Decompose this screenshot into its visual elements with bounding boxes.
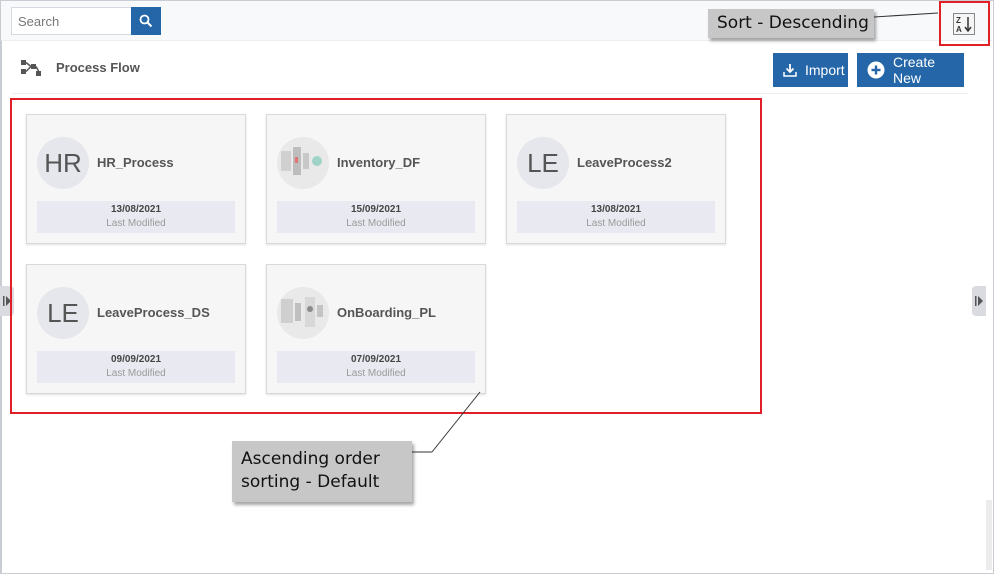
card-modified-label: Last Modified	[106, 218, 166, 229]
sort-descending-button[interactable]: Z A	[953, 13, 975, 35]
card-thumbnail	[277, 137, 329, 189]
card-modified-label: Last Modified	[586, 218, 646, 229]
page-header: Process Flow Import Create New	[12, 48, 968, 94]
card-modified-label: Last Modified	[346, 368, 406, 379]
process-flow-icon	[21, 60, 41, 76]
annotation-sort-descending: Sort - Descending	[708, 9, 874, 38]
annotation-line: sorting - Default	[241, 472, 380, 492]
annotation-highlight-sort: Z A	[939, 1, 990, 46]
process-card-leaveprocess2[interactable]: LE LeaveProcess2 13/08/2021 Last Modifie…	[506, 114, 726, 244]
process-card-inventory-df[interactable]: Inventory_DF 15/09/2021 Last Modified	[266, 114, 486, 244]
expand-right-icon	[975, 296, 983, 306]
card-footer: 09/09/2021 Last Modified	[37, 351, 235, 383]
import-label: Import	[805, 62, 845, 78]
import-button[interactable]: Import	[773, 53, 848, 87]
svg-text:A: A	[956, 25, 962, 33]
left-panel-toggle[interactable]	[0, 286, 14, 316]
create-new-label: Create New	[893, 54, 936, 86]
process-card-leaveprocess-ds[interactable]: LE LeaveProcess_DS 09/09/2021 Last Modif…	[26, 264, 246, 394]
svg-text:Z: Z	[956, 16, 961, 25]
card-avatar: HR	[37, 137, 89, 189]
search-box	[11, 7, 161, 35]
card-date: 07/09/2021	[350, 354, 402, 365]
card-date: 13/08/2021	[590, 204, 642, 215]
card-name: LeaveProcess_DS	[97, 305, 210, 320]
card-footer: 07/09/2021 Last Modified	[277, 351, 475, 383]
card-name: LeaveProcess2	[577, 155, 672, 170]
card-avatar: LE	[517, 137, 569, 189]
scrollbar-track[interactable]	[986, 500, 992, 570]
process-card-onboarding-pl[interactable]: OnBoarding_PL 07/09/2021 Last Modified	[266, 264, 486, 394]
right-panel-toggle[interactable]	[972, 286, 986, 316]
annotation-line: Ascending order	[241, 449, 380, 469]
card-footer: 13/08/2021 Last Modified	[37, 201, 235, 233]
search-button[interactable]	[131, 7, 161, 35]
expand-right-icon	[3, 296, 11, 306]
card-name: OnBoarding_PL	[337, 305, 436, 320]
download-icon	[783, 63, 797, 77]
card-thumbnail	[277, 287, 329, 339]
process-card-hr-process[interactable]: HR HR_Process 13/08/2021 Last Modified	[26, 114, 246, 244]
plus-circle-icon	[867, 61, 885, 79]
card-date: 09/09/2021	[110, 354, 162, 365]
page-title: Process Flow	[56, 60, 140, 75]
card-date: 13/08/2021	[110, 204, 162, 215]
card-name: HR_Process	[97, 155, 174, 170]
sort-za-icon: Z A	[956, 16, 972, 33]
create-new-button[interactable]: Create New	[857, 53, 964, 87]
search-icon	[139, 14, 153, 28]
annotation-ascending-default: Ascending order sorting - Default	[232, 441, 412, 502]
card-name: Inventory_DF	[337, 155, 421, 170]
search-input[interactable]	[12, 8, 132, 34]
card-date: 15/09/2021	[350, 204, 402, 215]
card-modified-label: Last Modified	[106, 368, 166, 379]
card-modified-label: Last Modified	[346, 218, 406, 229]
card-footer: 13/08/2021 Last Modified	[517, 201, 715, 233]
card-avatar: LE	[37, 287, 89, 339]
card-footer: 15/09/2021 Last Modified	[277, 201, 475, 233]
